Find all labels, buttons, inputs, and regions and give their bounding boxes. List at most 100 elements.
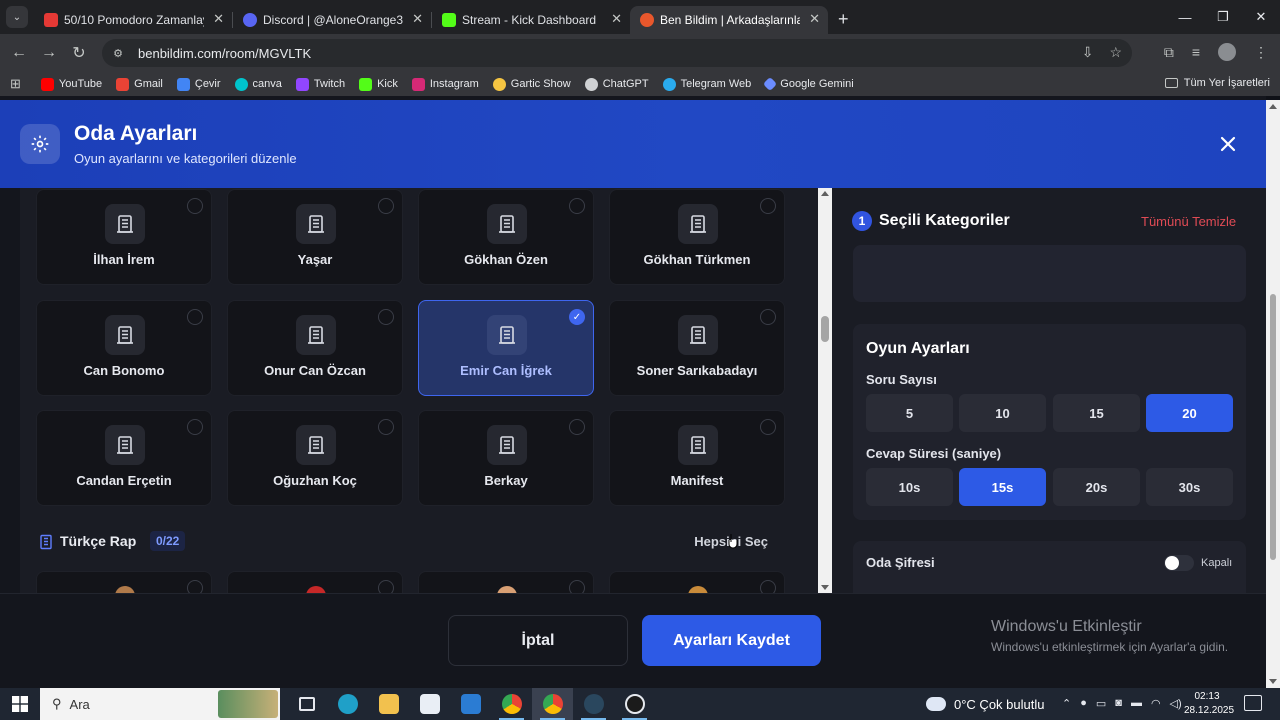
answer-time-option[interactable]: 20s bbox=[1053, 468, 1140, 506]
network-icon[interactable]: ▭ bbox=[1096, 697, 1106, 710]
category-card[interactable]: Emir Can İğrek ✓ bbox=[418, 300, 594, 396]
clear-all-button[interactable]: Tümünü Temizle bbox=[1141, 214, 1236, 229]
select-radio[interactable] bbox=[569, 419, 585, 435]
close-tab-icon[interactable]: ✕ bbox=[809, 11, 820, 27]
bookmark-canva[interactable]: canva bbox=[234, 77, 282, 91]
scroll-down-icon[interactable] bbox=[821, 585, 829, 590]
chevron-up-icon[interactable]: ⌃ bbox=[1062, 697, 1071, 710]
minimize-icon[interactable]: — bbox=[1166, 0, 1204, 34]
category-card[interactable]: Gökhan Özen bbox=[418, 189, 594, 285]
store-icon[interactable] bbox=[409, 688, 450, 720]
bookmark-chatgpt[interactable]: ChatGPT bbox=[584, 77, 649, 91]
list-scrollbar[interactable] bbox=[818, 188, 832, 593]
answer-time-option[interactable]: 15s bbox=[959, 468, 1046, 506]
select-radio[interactable] bbox=[378, 309, 394, 325]
question-count-option[interactable]: 20 bbox=[1146, 394, 1233, 432]
category-card[interactable]: Berkay bbox=[418, 410, 594, 506]
question-count-option[interactable]: 15 bbox=[1053, 394, 1140, 432]
task-view-icon[interactable] bbox=[286, 688, 327, 720]
bookmark-translate[interactable]: Çevir bbox=[176, 77, 221, 91]
apps-grid-icon[interactable]: ⊞ bbox=[10, 76, 21, 92]
category-card[interactable]: Manifest bbox=[609, 410, 785, 506]
close-window-icon[interactable]: ✕ bbox=[1242, 0, 1280, 34]
weather-widget[interactable]: 0°C Çok bulutlu bbox=[926, 688, 1044, 720]
back-icon[interactable]: ← bbox=[4, 44, 34, 62]
media-control-icon[interactable]: ≡ bbox=[1192, 44, 1200, 60]
bookmark-kick[interactable]: Kick bbox=[359, 77, 398, 91]
forward-icon[interactable]: → bbox=[34, 44, 64, 62]
new-tab-icon[interactable]: + bbox=[838, 9, 849, 30]
taskbar-search[interactable]: ⚲ Ara bbox=[40, 688, 280, 720]
browser-tab-active[interactable]: Ben Bildim | Arkadaşlarınla Onli ✕ bbox=[630, 6, 828, 34]
cancel-button[interactable]: İptal bbox=[448, 615, 628, 666]
close-tab-icon[interactable]: ✕ bbox=[412, 11, 423, 27]
category-card[interactable]: Gökhan Türkmen bbox=[609, 189, 785, 285]
battery-icon[interactable]: ▬ bbox=[1131, 697, 1142, 710]
bookmark-telegram[interactable]: Telegram Web bbox=[662, 77, 751, 91]
install-app-icon[interactable]: ⇩ bbox=[1082, 44, 1094, 61]
category-card[interactable]: Oğuzhan Koç bbox=[227, 410, 403, 506]
scroll-down-icon[interactable] bbox=[1269, 679, 1277, 684]
menu-icon[interactable]: ⋮ bbox=[1254, 44, 1268, 61]
bookmark-gmail[interactable]: Gmail bbox=[116, 77, 163, 91]
category-card[interactable]: Soner Sarıkabadayı bbox=[609, 300, 785, 396]
page-scrollbar[interactable] bbox=[1266, 100, 1280, 688]
checkmark-icon[interactable]: ✓ bbox=[569, 309, 585, 325]
select-radio[interactable] bbox=[187, 309, 203, 325]
category-card[interactable]: Can Bonomo bbox=[36, 300, 212, 396]
mail-icon[interactable] bbox=[450, 688, 491, 720]
scroll-thumb[interactable] bbox=[1270, 294, 1276, 560]
scroll-up-icon[interactable] bbox=[1269, 104, 1277, 109]
select-radio[interactable] bbox=[378, 419, 394, 435]
bookmark-instagram[interactable]: Instagram bbox=[411, 77, 479, 91]
select-radio[interactable] bbox=[760, 198, 776, 214]
url-field[interactable]: ⚙ benbildim.com/room/MGVLTK ⇩ ☆ bbox=[102, 39, 1132, 67]
reload-icon[interactable]: ↻ bbox=[64, 43, 94, 63]
answer-time-option[interactable]: 30s bbox=[1146, 468, 1233, 506]
category-card[interactable]: Candan Erçetin bbox=[36, 410, 212, 506]
all-bookmarks[interactable]: Tüm Yer İşaretleri bbox=[1164, 77, 1270, 89]
scroll-up-icon[interactable] bbox=[821, 191, 829, 196]
profile-avatar[interactable] bbox=[1218, 43, 1236, 61]
password-toggle[interactable] bbox=[1164, 555, 1194, 571]
answer-time-option[interactable]: 10s bbox=[866, 468, 953, 506]
steam-icon[interactable] bbox=[573, 688, 614, 720]
select-radio[interactable] bbox=[187, 198, 203, 214]
category-card[interactable]: Onur Can Özcan bbox=[227, 300, 403, 396]
bookmark-gartic[interactable]: Gartic Show bbox=[492, 77, 571, 91]
close-icon[interactable] bbox=[1214, 130, 1242, 158]
camera-icon[interactable]: ◙ bbox=[1115, 697, 1122, 710]
bookmark-star-icon[interactable]: ☆ bbox=[1109, 44, 1122, 61]
volume-icon[interactable]: ◁) bbox=[1170, 697, 1182, 710]
edge-icon[interactable] bbox=[327, 688, 368, 720]
tab-search-button[interactable]: ⌄ bbox=[6, 6, 28, 28]
maximize-icon[interactable]: ❐ bbox=[1204, 0, 1242, 34]
windows-start-icon[interactable] bbox=[0, 688, 40, 720]
obs-icon[interactable] bbox=[614, 688, 655, 720]
category-card[interactable]: Yaşar bbox=[227, 189, 403, 285]
wifi-icon[interactable]: ◠ bbox=[1151, 697, 1161, 710]
question-count-option[interactable]: 10 bbox=[959, 394, 1046, 432]
save-settings-button[interactable]: Ayarları Kaydet bbox=[642, 615, 821, 666]
microphone-icon[interactable]: ● bbox=[1080, 697, 1087, 710]
chrome-icon[interactable] bbox=[491, 688, 532, 720]
scroll-thumb[interactable] bbox=[821, 316, 829, 342]
select-radio[interactable] bbox=[378, 198, 394, 214]
notification-icon[interactable] bbox=[1244, 695, 1262, 711]
select-radio[interactable] bbox=[760, 419, 776, 435]
select-radio[interactable] bbox=[760, 309, 776, 325]
browser-tab[interactable]: 50/10 Pomodoro Zamanlayıcı - ✕ bbox=[34, 6, 232, 34]
category-card[interactable]: İlhan İrem bbox=[36, 189, 212, 285]
chrome-profile-icon[interactable] bbox=[532, 688, 573, 720]
close-tab-icon[interactable]: ✕ bbox=[611, 11, 622, 27]
question-count-option[interactable]: 5 bbox=[866, 394, 953, 432]
close-tab-icon[interactable]: ✕ bbox=[213, 11, 224, 27]
select-radio[interactable] bbox=[187, 419, 203, 435]
extensions-icon[interactable]: ⧉ bbox=[1164, 44, 1174, 61]
bookmark-youtube[interactable]: YouTube bbox=[40, 77, 102, 91]
site-info-icon[interactable]: ⚙ bbox=[110, 45, 126, 61]
browser-tab[interactable]: Discord | @AloneOrange37 ✕ bbox=[233, 6, 431, 34]
file-explorer-icon[interactable] bbox=[368, 688, 409, 720]
bookmark-twitch[interactable]: Twitch bbox=[295, 77, 345, 91]
select-radio[interactable] bbox=[569, 198, 585, 214]
